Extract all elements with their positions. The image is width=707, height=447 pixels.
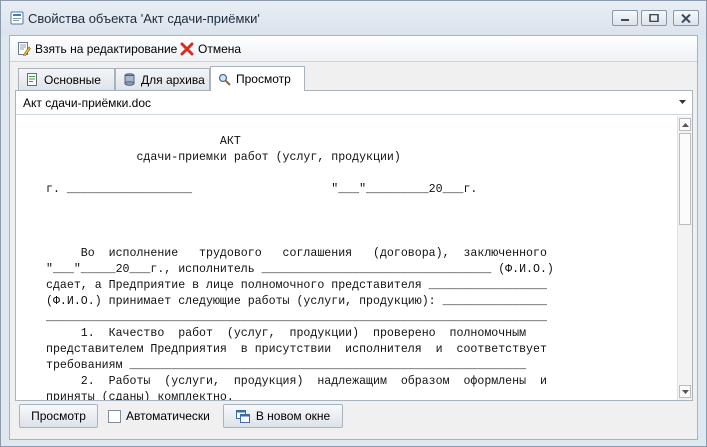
archive-icon bbox=[124, 73, 135, 86]
document-icon bbox=[27, 73, 37, 86]
close-button[interactable] bbox=[673, 10, 699, 26]
edit-document-icon bbox=[18, 42, 31, 56]
preview-button[interactable]: Просмотр bbox=[19, 404, 98, 428]
cancel-button[interactable]: Отмена bbox=[180, 40, 241, 58]
magnifier-icon bbox=[218, 73, 231, 86]
scroll-down-button[interactable] bbox=[679, 385, 691, 398]
cancel-label: Отмена bbox=[198, 42, 242, 56]
toolbar: Взять на редактирование Отмена bbox=[10, 36, 697, 62]
document-preview: АКТ сдачи-приемки работ (услуг, продукци… bbox=[16, 116, 677, 400]
tab-archive-label: Для архива bbox=[141, 72, 205, 87]
auto-checkbox[interactable]: Автоматически bbox=[108, 404, 210, 428]
properties-window: Свойства объекта 'Акт сдачи-приёмки' Взя… bbox=[0, 0, 707, 447]
scroll-thumb[interactable] bbox=[679, 133, 691, 225]
file-select[interactable]: Акт сдачи-приёмки.doc bbox=[16, 91, 692, 115]
tab-preview-label: Просмотр bbox=[236, 72, 291, 86]
arrow-up-icon bbox=[681, 122, 689, 127]
minimize-icon bbox=[621, 19, 629, 21]
tab-main-label: Основные bbox=[44, 72, 101, 87]
open-in-new-window-button[interactable]: В новом окне bbox=[223, 404, 343, 428]
chevron-down-icon bbox=[679, 100, 686, 104]
client-area: Взять на редактирование Отмена Основные bbox=[9, 35, 698, 440]
red-x-icon bbox=[180, 42, 194, 56]
new-window-icon bbox=[235, 409, 250, 423]
title-bar: Свойства объекта 'Акт сдачи-приёмки' bbox=[1, 1, 706, 35]
arrow-down-icon bbox=[681, 389, 689, 394]
tab-preview[interactable]: Просмотр bbox=[210, 66, 305, 91]
close-icon bbox=[681, 13, 691, 23]
preview-button-label: Просмотр bbox=[31, 409, 86, 423]
new-window-label: В новом окне bbox=[255, 409, 331, 423]
vertical-scrollbar[interactable] bbox=[677, 116, 692, 400]
minimize-button[interactable] bbox=[612, 10, 638, 26]
maximize-button[interactable] bbox=[641, 10, 667, 26]
checkbox-box[interactable] bbox=[108, 409, 121, 423]
window-app-icon bbox=[10, 11, 24, 25]
tab-archive[interactable]: Для архива bbox=[115, 68, 210, 90]
take-for-editing-button[interactable]: Взять на редактирование bbox=[17, 40, 177, 58]
tab-main[interactable]: Основные bbox=[18, 68, 115, 90]
window-title: Свойства объекта 'Акт сдачи-приёмки' bbox=[28, 11, 260, 26]
file-select-value: Акт сдачи-приёмки.doc bbox=[23, 96, 152, 110]
preview-panel: Акт сдачи-приёмки.doc АКТ сдачи-приемки … bbox=[15, 90, 693, 401]
bottom-bar: Просмотр Автоматически В новом окне bbox=[10, 404, 697, 432]
maximize-icon bbox=[649, 14, 659, 22]
take-for-editing-label: Взять на редактирование bbox=[35, 42, 178, 56]
auto-checkbox-label: Автоматически bbox=[126, 409, 210, 423]
document-text: АКТ сдачи-приемки работ (услуг, продукци… bbox=[46, 135, 554, 400]
scroll-up-button[interactable] bbox=[679, 118, 691, 131]
